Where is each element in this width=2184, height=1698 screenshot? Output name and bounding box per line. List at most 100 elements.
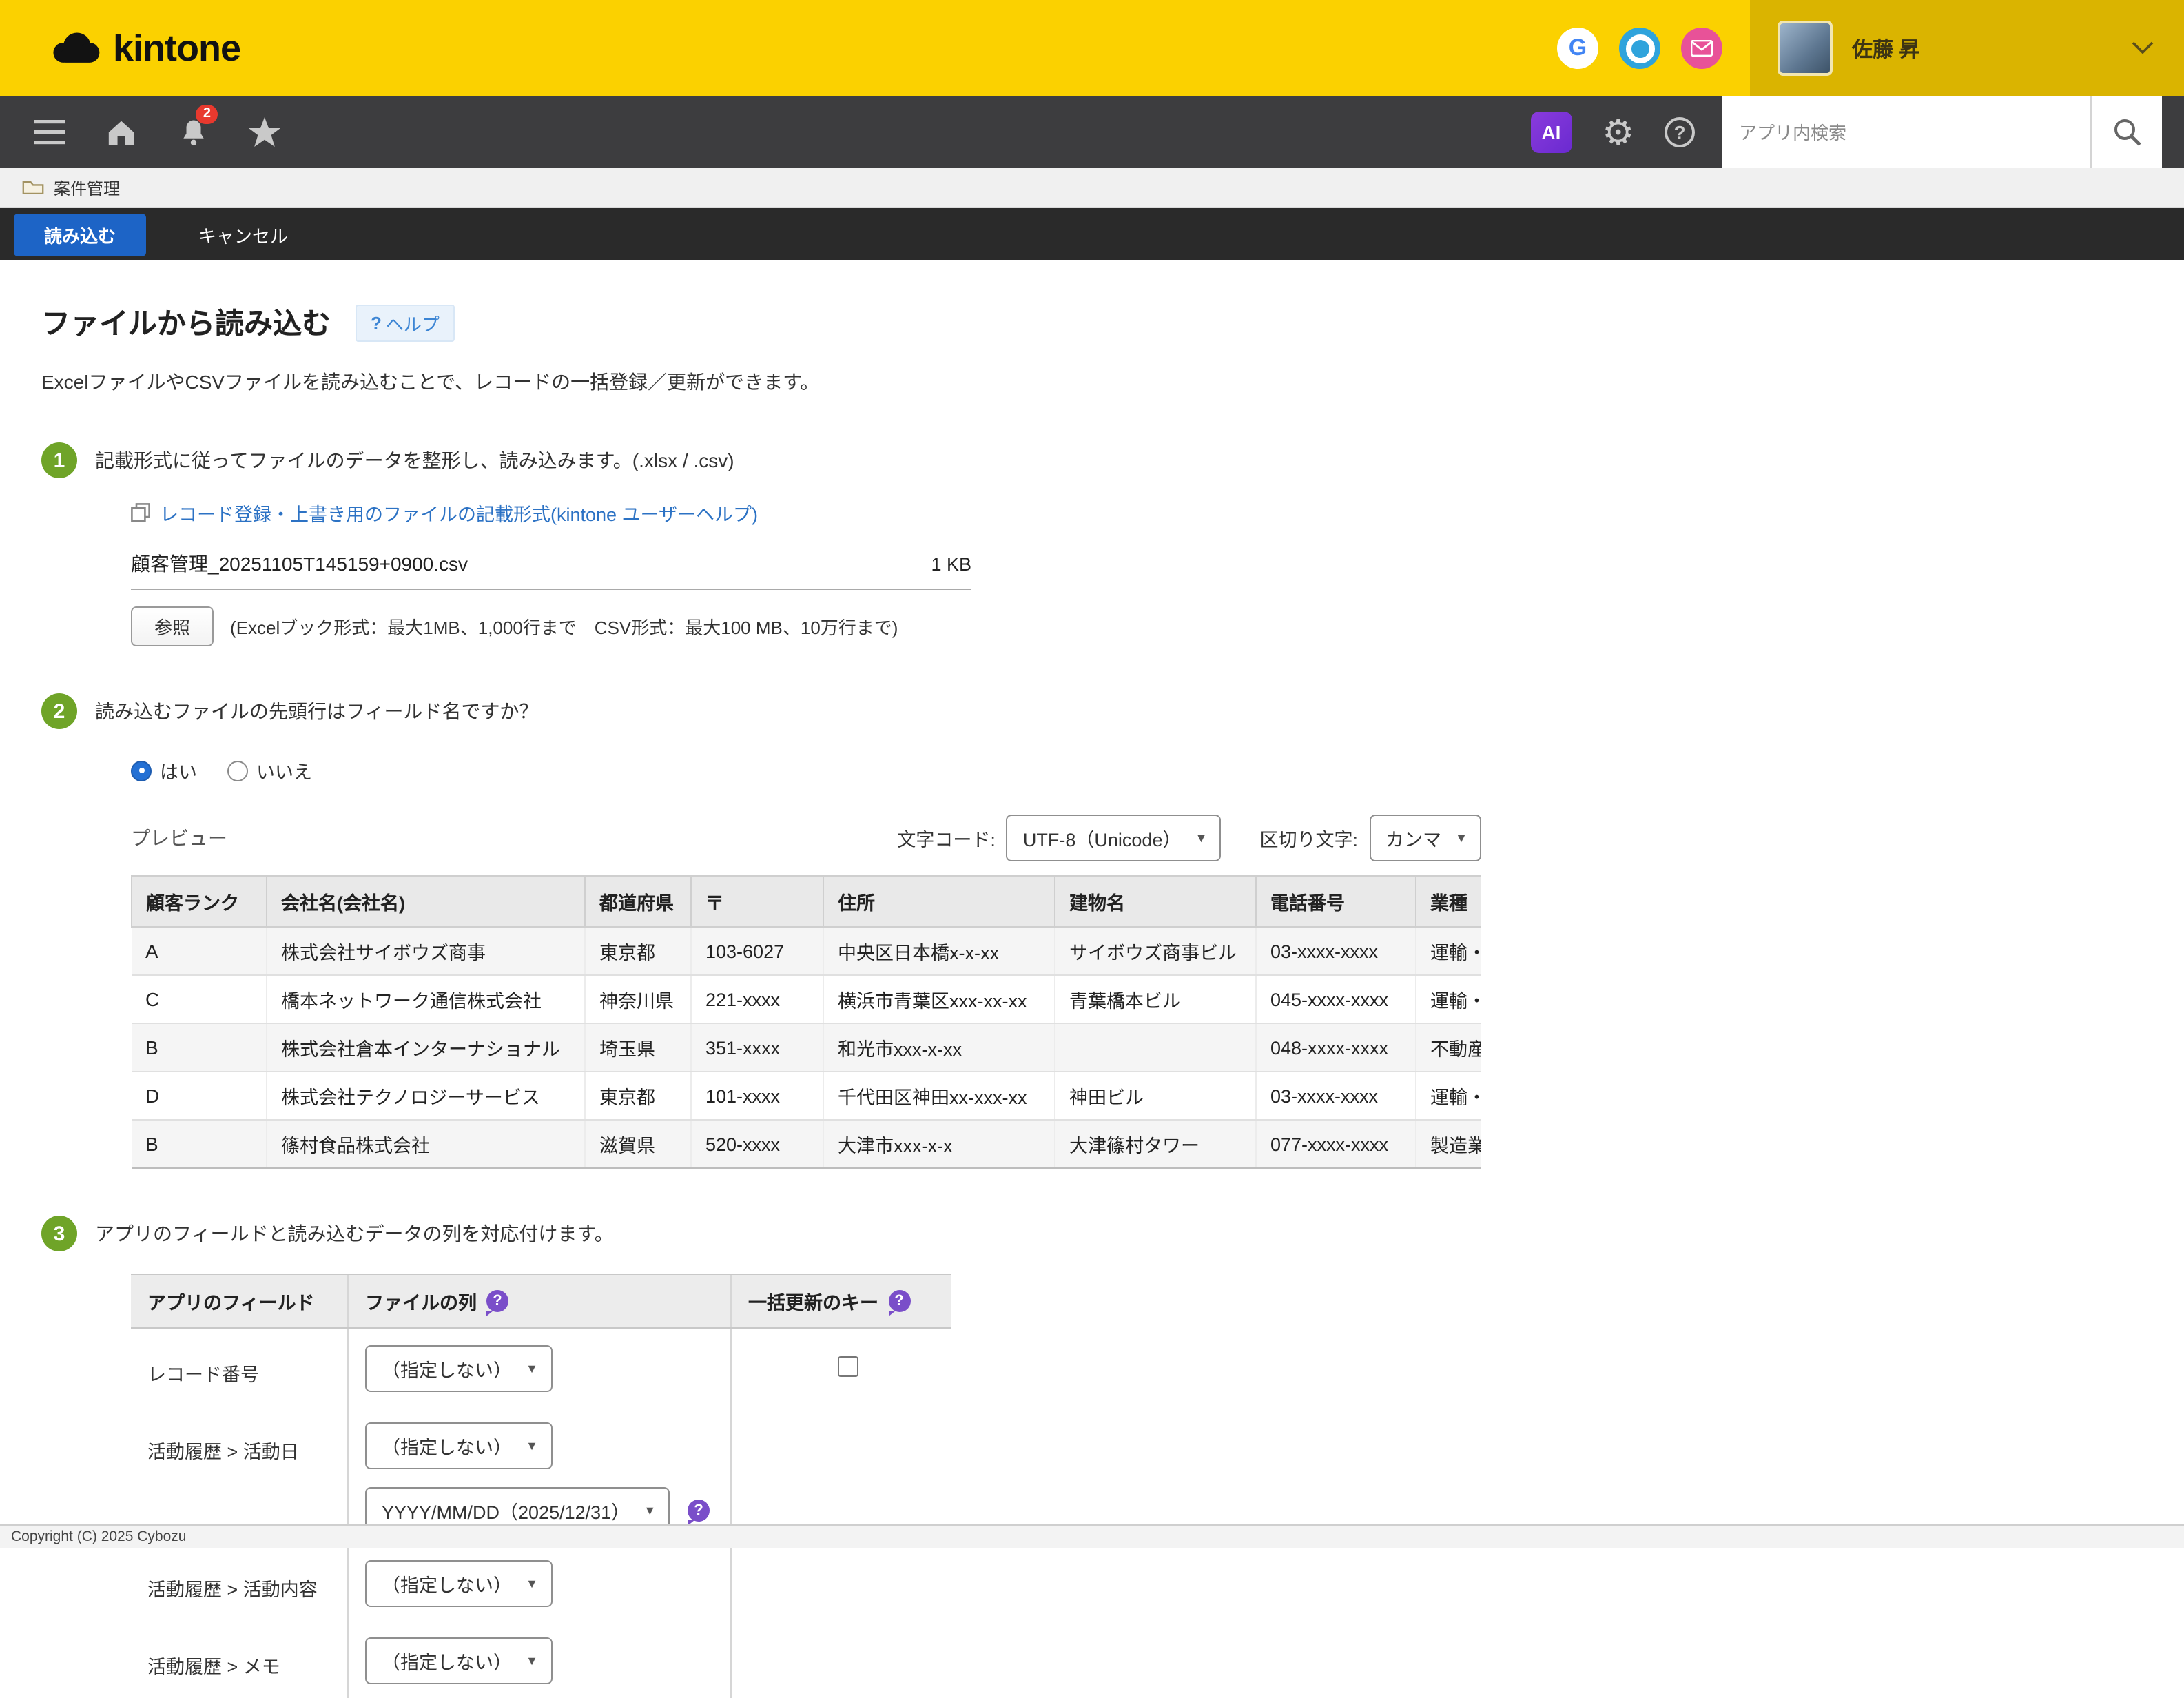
user-menu[interactable]: 佐藤 昇 — [1750, 0, 2184, 96]
cell: サイボウズ商事ビル — [1055, 927, 1256, 975]
delimiter-label: 区切り文字: — [1259, 824, 1358, 852]
circle-app-icon[interactable] — [1619, 28, 1660, 69]
cell: 横浜市青葉区xxx-xx-xx — [823, 975, 1055, 1023]
col-update-key-label: 一括更新のキー — [748, 1287, 878, 1315]
radio-yes-control[interactable] — [131, 760, 152, 781]
app-search — [1722, 96, 2162, 168]
question-mark-icon: ? — [371, 312, 382, 333]
field-label: 活動履歴 > 活動内容 — [131, 1544, 347, 1621]
cancel-button[interactable]: キャンセル — [198, 221, 288, 247]
mail-icon[interactable] — [1681, 28, 1722, 69]
cell: 千代田区神田xx-xxx-xx — [823, 1072, 1055, 1120]
notifications-bell-icon[interactable]: 2 — [157, 96, 229, 168]
envelope-glyph — [1691, 40, 1713, 57]
import-button[interactable]: 読み込む — [14, 213, 146, 256]
kintone-logo[interactable]: kintone — [50, 27, 240, 70]
preview-table-container: 顧客ランク 会社名(会社名) 都道府県 〒 住所 建物名 電話番号 業種 A 株… — [131, 875, 1481, 1169]
brand-name: kintone — [113, 27, 240, 70]
table-header-row: 顧客ランク 会社名(会社名) 都道府県 〒 住所 建物名 電話番号 業種 — [132, 876, 1481, 927]
cell: 埼玉県 — [585, 1023, 691, 1072]
field-label: 活動履歴 > 活動日 — [131, 1406, 347, 1544]
cell: 製造業 — [1416, 1120, 1481, 1168]
radio-no-control[interactable] — [227, 760, 248, 781]
column-select-value: （指定しない） — [382, 1432, 512, 1460]
hamburger-menu-icon[interactable] — [14, 96, 85, 168]
table-row: A 株式会社サイボウズ商事 東京都 103-6027 中央区日本橋x-x-xx … — [132, 927, 1481, 975]
notification-badge: 2 — [196, 105, 218, 124]
update-key-checkbox[interactable] — [838, 1356, 858, 1377]
col-header: 業種 — [1416, 876, 1481, 927]
field-label: 活動履歴 > メモ — [131, 1621, 347, 1698]
help-link[interactable]: ? ヘルプ — [356, 304, 455, 341]
chevron-down-icon: ▼ — [526, 1577, 538, 1590]
col-app-field: アプリのフィールド — [131, 1275, 347, 1327]
copy-icon — [131, 503, 150, 522]
nav-right: AI ⚙ ? — [1530, 96, 2184, 168]
app-name-link[interactable]: 案件管理 — [54, 176, 120, 199]
step-3-text: アプリのフィールドと読み込むデータの列を対応付けます。 — [95, 1220, 614, 1247]
cell: 株式会社サイボウズ商事 — [267, 927, 585, 975]
favorites-star-icon[interactable] — [229, 96, 300, 168]
cell: 221-xxxx — [691, 975, 823, 1023]
search-icon — [2112, 117, 2142, 147]
cell: 神奈川県 — [585, 975, 691, 1023]
delimiter-select[interactable]: カンマ ▼ — [1369, 815, 1481, 861]
google-icon[interactable]: G — [1557, 28, 1598, 69]
mapping-row-activity-content: 活動履歴 > 活動内容 （指定しない） ▼ — [131, 1544, 951, 1621]
cell: 520-xxxx — [691, 1120, 823, 1168]
charset-select[interactable]: UTF-8（Unicode） ▼ — [1007, 815, 1222, 861]
chevron-down-icon: ▼ — [1455, 831, 1467, 845]
preview-table: 顧客ランク 会社名(会社名) 都道府県 〒 住所 建物名 電話番号 業種 A 株… — [131, 875, 1481, 1169]
column-select[interactable]: （指定しない） ▼ — [365, 1560, 552, 1607]
cell: 東京都 — [585, 927, 691, 975]
col-header: 電話番号 — [1256, 876, 1416, 927]
intro-text: ExcelファイルやCSVファイルを読み込むことで、レコードの一括登録／更新がで… — [41, 368, 2184, 396]
cell: 滋賀県 — [585, 1120, 691, 1168]
browse-button[interactable]: 参照 — [131, 606, 214, 646]
home-icon[interactable] — [85, 96, 157, 168]
cell: C — [132, 975, 267, 1023]
cell: 東京都 — [585, 1072, 691, 1120]
field-mapping-table: アプリのフィールド ファイルの列 ? 一括更新のキー ? レコード番号 （指定し… — [131, 1274, 951, 1698]
date-format-value: YYYY/MM/DD（2025/12/31） — [382, 1497, 630, 1524]
file-limit-note: (Excelブック形式：最大1MB、1,000行まで CSV形式：最大100 M… — [230, 613, 898, 640]
help-bubble-icon[interactable]: ? — [486, 1290, 508, 1312]
cell: 103-6027 — [691, 927, 823, 975]
user-name: 佐藤 昇 — [1852, 34, 1919, 63]
chevron-down-icon: ▼ — [1195, 831, 1208, 845]
help-bubble-icon[interactable]: ? — [888, 1290, 910, 1312]
chevron-down-icon: ▼ — [526, 1362, 538, 1375]
ai-assistant-icon[interactable]: AI — [1530, 112, 1572, 153]
cell: 大津市xxx-x-x — [823, 1120, 1055, 1168]
action-bar: 読み込む キャンセル — [0, 208, 2184, 260]
encoding-controls: 文字コード: UTF-8（Unicode） ▼ 区切り文字: カンマ ▼ — [897, 815, 1481, 861]
radio-yes[interactable]: はい — [131, 757, 197, 784]
gear-icon[interactable]: ⚙ — [1602, 114, 1634, 150]
help-icon[interactable]: ? — [1665, 117, 1695, 147]
column-select[interactable]: （指定しない） ▼ — [365, 1637, 552, 1684]
step-2-question: 読み込むファイルの先頭行はフィールド名ですか？ — [95, 697, 538, 725]
search-button[interactable] — [2090, 96, 2162, 168]
file-size: 1 KB — [931, 554, 971, 575]
cell: 神田ビル — [1055, 1072, 1256, 1120]
table-row: B 篠村食品株式会社 滋賀県 520-xxxx 大津市xxx-x-x 大津篠村タ… — [132, 1120, 1481, 1168]
mapping-row-activity-memo: 活動履歴 > メモ （指定しない） ▼ — [131, 1621, 951, 1698]
col-header: 〒 — [691, 876, 823, 927]
cell: 077-xxxx-xxxx — [1256, 1120, 1416, 1168]
mapping-header-row: アプリのフィールド ファイルの列 ? 一括更新のキー ? — [131, 1274, 951, 1329]
step-2: 2 読み込むファイルの先頭行はフィールド名ですか？ — [41, 693, 2184, 729]
cell: 株式会社倉本インターナショナル — [267, 1023, 585, 1072]
column-select[interactable]: （指定しない） ▼ — [365, 1422, 552, 1469]
mapping-row-record-number: レコード番号 （指定しない） ▼ — [131, 1329, 951, 1406]
search-input[interactable] — [1722, 96, 2090, 168]
cell: 橋本ネットワーク通信株式会社 — [267, 975, 585, 1023]
help-bubble-icon[interactable]: ? — [688, 1500, 710, 1522]
col-file-column-label: ファイルの列 — [365, 1287, 477, 1315]
page-title: ファイルから読み込む — [41, 302, 331, 343]
main-content: ファイルから読み込む ? ヘルプ ExcelファイルやCSVファイルを読み込むこ… — [0, 302, 2184, 1698]
field-label: レコード番号 — [131, 1329, 347, 1406]
radio-no[interactable]: いいえ — [227, 757, 312, 784]
column-select[interactable]: （指定しない） ▼ — [365, 1345, 552, 1392]
format-help-link[interactable]: レコード登録・上書き用のファイルの記載形式(kintone ユーザーヘルプ) — [160, 499, 758, 526]
cell: 101-xxxx — [691, 1072, 823, 1120]
